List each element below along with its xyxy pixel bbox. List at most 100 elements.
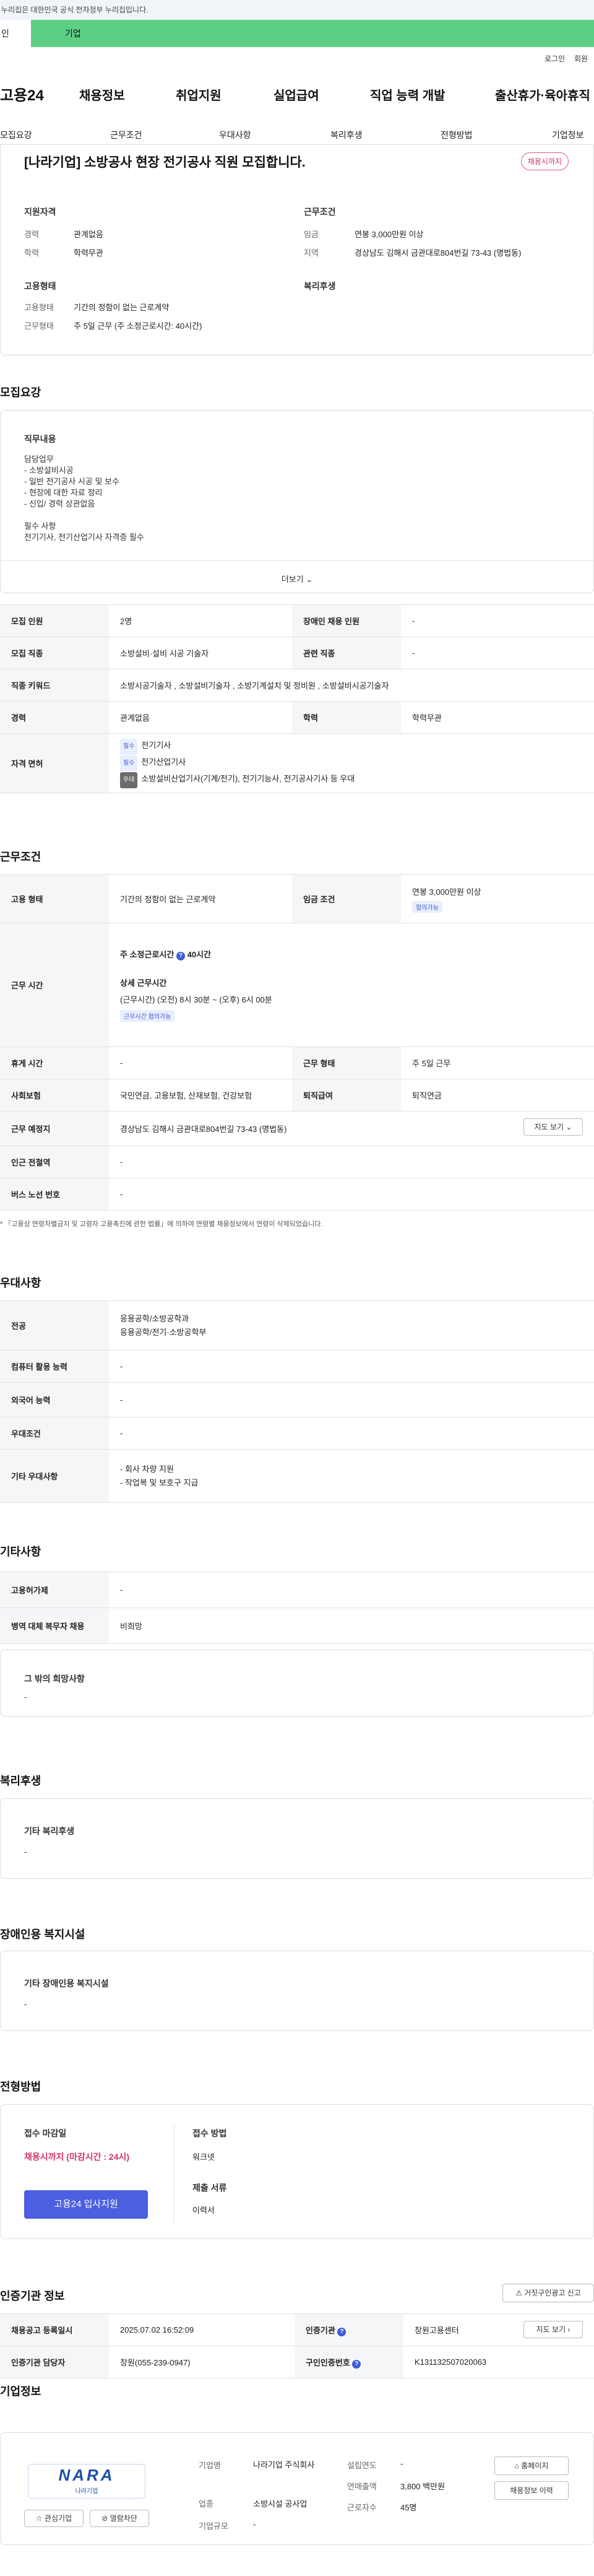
info-icon[interactable]: ? <box>337 2327 346 2336</box>
permit-label: 고용허가제 <box>0 1572 109 1608</box>
military-label: 병역 대체 복무자 채용 <box>0 1608 109 1644</box>
nav-unemployment-benefit[interactable]: 실업급여 <box>273 85 319 103</box>
pref-section-title: 우대사항 <box>0 1277 41 1289</box>
wage-value: 연봉 3,000만원 이상 <box>355 230 424 239</box>
wish-value: - <box>24 1692 27 1702</box>
edu-row-value: 학력무관 <box>401 701 594 734</box>
block-icon: ⊘ <box>101 2514 108 2523</box>
subway-label: 인근 전철역 <box>0 1146 109 1178</box>
subnav-screening[interactable]: 전형방법 <box>441 129 473 141</box>
duty-line: 전기기사, 전기산업기사 자격증 필수 <box>24 533 144 542</box>
emp-type-value: 기간의 정함이 없는 근로계약 <box>74 303 170 312</box>
sales-label: 연매출액 <box>347 2482 377 2491</box>
company-logo: NARA 나라기업 <box>28 2464 145 2499</box>
work-form-value: 주 5일 근무 (주 소정근로시간: 40시간) <box>74 321 202 331</box>
more-button[interactable]: 더보기 ⌄ <box>1 573 593 585</box>
nav-vocational-training[interactable]: 직업 능력 개발 <box>370 85 446 103</box>
hours-weekly-value: 40시간 <box>187 950 211 959</box>
map-button-label: 지도 보기 <box>536 2325 566 2334</box>
wish-title: 그 밖의 희망사항 <box>24 1674 85 1684</box>
other-pref-value: - 회사 차량 지원 <box>120 1464 174 1474</box>
tab-business[interactable]: 기업 <box>31 20 594 47</box>
major-value: 응용공학/전기·소방공학부 <box>120 1327 207 1337</box>
nav-jobs[interactable]: 채용정보 <box>79 85 125 103</box>
license-name: 전기산업기사 <box>141 757 186 767</box>
tab-individual[interactable]: 인 <box>0 20 31 47</box>
report-fake-ad-button[interactable]: ⚠ 거짓구인광고 신고 <box>502 2284 594 2302</box>
license-item: 필수 전기기사 <box>120 738 583 755</box>
name-value: 나라기업 주식회사 <box>253 2460 315 2469</box>
staff-label: 근로자수 <box>347 2503 377 2512</box>
info-icon[interactable]: ? <box>176 952 185 960</box>
wage-cond-cell: 연봉 3,000만원 이상 협의가능 <box>401 874 594 923</box>
site-logo[interactable]: 고용24 <box>0 83 44 105</box>
size-value: - <box>253 2520 256 2529</box>
divider <box>1 560 593 561</box>
more-label: 더보기 <box>281 575 304 584</box>
computer-value: - <box>109 1350 594 1383</box>
block-button[interactable]: ⊘ 열람차단 <box>90 2510 149 2527</box>
welfare-value: - <box>24 1847 27 1856</box>
subnav-recruit[interactable]: 모집요강 <box>0 129 32 141</box>
history-button[interactable]: 채용정보 이력 <box>494 2481 569 2500</box>
job-title: [나라기업] 소방공사 현장 전기공사 직원 모집합니다. <box>24 155 306 170</box>
subnav-welfare[interactable]: 복리후생 <box>330 129 363 141</box>
subnav-company[interactable]: 기업정보 <box>552 129 584 141</box>
cond-value: - <box>109 1417 594 1450</box>
founded-label: 설립연도 <box>347 2461 377 2470</box>
job-no-label-text: 구인인증번호 <box>306 2357 350 2367</box>
home-icon: ⌂ <box>514 2461 519 2470</box>
license-tag: 우대 <box>120 772 138 788</box>
screening-section-title: 전형방법 <box>0 2081 41 2093</box>
duty-line: - 일반 전기공사 시공 및 보수 <box>24 477 119 486</box>
lang-value: - <box>109 1382 594 1417</box>
insurance-label: 사회보험 <box>0 1079 109 1112</box>
form-value: 주 5일 근무 <box>401 1046 594 1079</box>
permit-value: - <box>109 1572 594 1608</box>
deadline-value: 채용시까지 (마감시간 : 24시) <box>24 2152 130 2162</box>
wish-card: 그 밖의 희망사항 - <box>0 1650 594 1717</box>
subnav-work[interactable]: 근무조건 <box>110 129 142 141</box>
job-value: 소방설비·설비 시공 기술자 <box>109 637 292 669</box>
agency-map-button[interactable]: 지도 보기 › <box>523 2321 583 2338</box>
duty-line: - 소방설비시공 <box>24 466 74 475</box>
duty-card: 직무내용 담당업무 - 소방설비시공 - 일반 전기공사 시공 및 보수 - 현… <box>0 410 594 593</box>
keyword-value: 소방시공기술자 , 소방설비기술자 , 소방기계설치 및 정비원 , 소방설비시… <box>109 669 594 702</box>
duty-line: - 신입/ 경력 상관없음 <box>24 499 95 508</box>
homepage-button[interactable]: ⌂ 홈페이지 <box>494 2456 569 2475</box>
hours-detail-title: 상세 근무시간 <box>120 978 167 988</box>
sales-value: 3,800 백만원 <box>400 2482 446 2491</box>
work-map-button[interactable]: 지도 보기 ⌄ <box>523 1118 583 1136</box>
break-label: 휴게 시간 <box>0 1046 109 1079</box>
disabled-card: 기타 장애인용 복지시설 - <box>0 1951 594 2031</box>
license-tag: 필수 <box>120 739 138 755</box>
nav-parental-leave[interactable]: 출산휴가·육아휴직 <box>495 85 590 103</box>
age-note: * 「고용상 연령차별금지 및 고령자 고용촉진에 관한 법률」에 의하여 연령… <box>0 1221 323 1228</box>
nav-employment-support[interactable]: 취업지원 <box>176 85 222 103</box>
work-form-label: 근무형태 <box>24 321 54 331</box>
disabled-label: 장애인 채용 인원 <box>292 604 401 637</box>
place-cell: 경상남도 김해시 금관대로804번길 73-43 (명법동) <box>109 1111 594 1146</box>
form-label: 근무 형태 <box>292 1046 401 1079</box>
signup-link[interactable]: 회원 <box>574 53 588 64</box>
alarm-icon: ⚠ <box>515 2289 522 2297</box>
disabled-title: 기타 장애인용 복지시설 <box>24 1978 109 1988</box>
exp-row-label: 경력 <box>0 701 109 734</box>
retire-label: 퇴직급여 <box>292 1079 401 1112</box>
wage-negotiable-chip: 협의가능 <box>412 900 442 913</box>
hours-weekly-label: 주 소정근로시간 <box>120 950 174 959</box>
login-link[interactable]: 로그인 <box>544 53 565 64</box>
edu-row-label: 학력 <box>292 701 401 734</box>
org-label: 인증기관 ? <box>295 2313 403 2346</box>
apply-button[interactable]: 고용24 입사지원 <box>24 2190 148 2219</box>
org-label-text: 인증기관 <box>306 2325 335 2335</box>
other-pref-label: 기타 우대사항 <box>0 1449 109 1503</box>
info-icon[interactable]: ? <box>352 2359 361 2369</box>
agency-section-title: 인증기관 정보 <box>0 2290 65 2302</box>
other-pref-value: - 작업복 및 보호구 지급 <box>120 1477 199 1487</box>
company-card: NARA 나라기업 ☆ 관심기업 ⊘ 열람차단 기업명 나라기업 주식회사 업종… <box>0 2432 594 2545</box>
hours-detail: (근무시간) (오전) 8시 30분 ~ (오후) 6시 00분 <box>120 995 272 1004</box>
job-no-label: 구인인증번호 ? <box>295 2346 403 2378</box>
interest-button[interactable]: ☆ 관심기업 <box>24 2510 84 2527</box>
subnav-pref[interactable]: 우대사항 <box>219 129 251 141</box>
